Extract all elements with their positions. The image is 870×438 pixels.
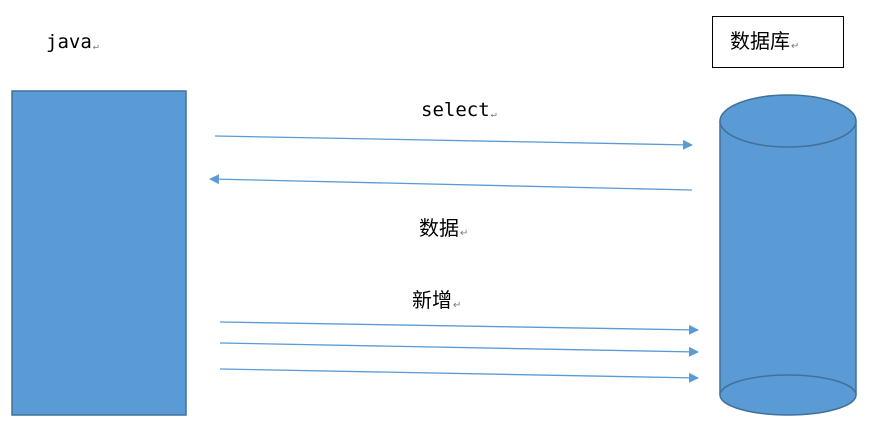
java-label-text: java xyxy=(46,31,92,53)
paragraph-mark-icon: ↵ xyxy=(791,41,800,52)
paragraph-mark-icon: ↵ xyxy=(453,300,462,311)
paragraph-mark-icon: ↵ xyxy=(490,109,497,120)
cylinder-bottom xyxy=(719,374,857,416)
cylinder-top xyxy=(719,94,857,148)
insert-arrow-1 xyxy=(219,321,699,335)
database-label: 数据库↵ xyxy=(730,31,799,52)
java-block xyxy=(11,90,187,416)
database-cylinder xyxy=(719,94,857,416)
data-return-arrow xyxy=(209,174,693,191)
insert-label-text: 新增 xyxy=(412,288,452,312)
insert-arrow-3 xyxy=(219,368,699,383)
paragraph-mark-icon: ↵ xyxy=(92,41,99,52)
select-label-text: select xyxy=(421,99,490,121)
java-label: java↵ xyxy=(46,33,99,52)
paragraph-mark-icon: ↵ xyxy=(460,228,469,239)
insert-arrow-2 xyxy=(219,342,699,357)
insert-label: 新增↵ xyxy=(412,290,461,311)
select-label: select↵ xyxy=(421,101,497,120)
cylinder-body xyxy=(720,121,856,395)
select-arrow xyxy=(214,135,693,150)
database-label-text: 数据库 xyxy=(730,29,790,53)
data-label: 数据↵ xyxy=(419,218,468,239)
data-label-text: 数据 xyxy=(419,216,459,240)
database-label-box: 数据库↵ xyxy=(712,16,844,68)
